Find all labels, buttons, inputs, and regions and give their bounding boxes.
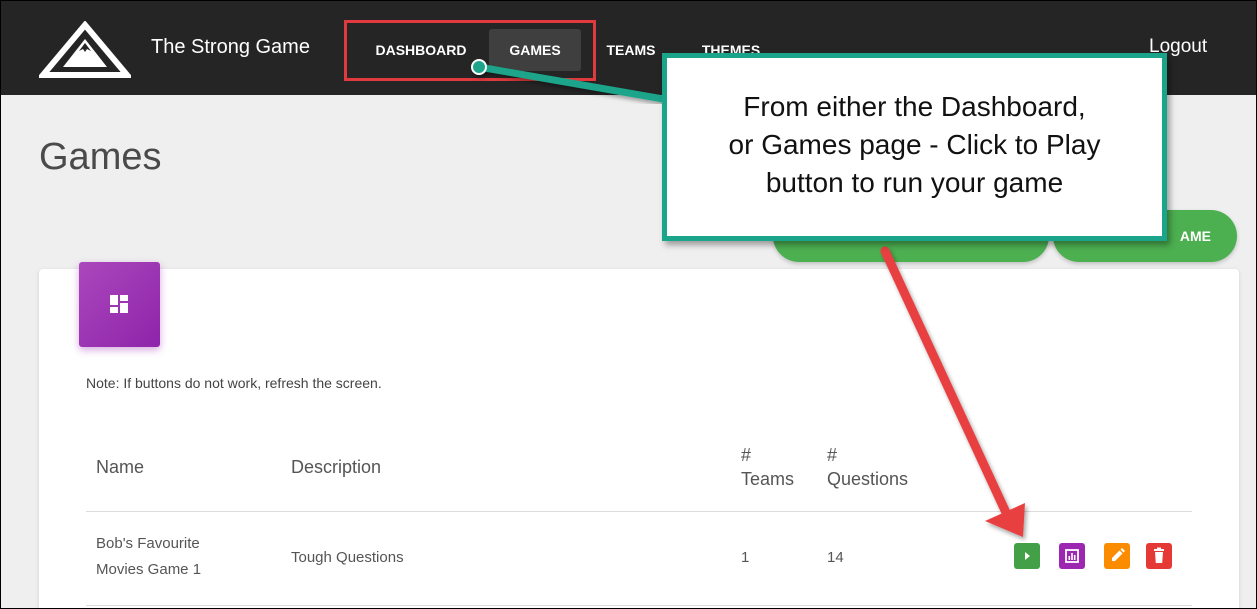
game-description-cell: Tough Questions (291, 549, 404, 566)
column-header-name: Name (96, 457, 145, 477)
column-header-teams-hash: # (741, 445, 752, 465)
game-name-line2: Movies Game 1 (96, 561, 202, 578)
pencil-icon (1112, 548, 1125, 561)
instruction-callout: From either the Dashboard, or Games page… (662, 53, 1167, 241)
callout-line-3: button to run your game (765, 167, 1064, 198)
mountain-logo-icon[interactable] (39, 21, 131, 79)
refresh-note: Note: If buttons do not work, refresh th… (86, 375, 382, 391)
column-header-questions: # Questions (827, 443, 908, 491)
table-row-divider (86, 605, 1192, 606)
page-title: Games (39, 136, 162, 178)
column-header-questions-hash: # (827, 445, 838, 465)
trash-icon (1154, 547, 1164, 563)
game-name-line1: Bob's Favourite (96, 535, 200, 552)
table-header-divider (86, 511, 1192, 512)
bar-chart-icon (1065, 549, 1079, 563)
card-header-icon (79, 262, 160, 347)
app-window: The Strong Game DASHBOARD GAMES TEAMS TH… (0, 0, 1257, 609)
annotation-highlight-box (344, 20, 596, 81)
callout-text: From either the Dashboard, or Games page… (667, 88, 1162, 202)
delete-button[interactable] (1146, 543, 1172, 569)
game-questions-cell: 14 (827, 549, 844, 566)
stats-button[interactable] (1059, 543, 1085, 569)
brand-name[interactable]: The Strong Game (151, 36, 310, 59)
nav-teams[interactable]: TEAMS (601, 29, 661, 71)
edit-button[interactable] (1104, 543, 1130, 569)
game-name-cell: Bob's Favourite Movies Game 1 (96, 531, 246, 583)
dashboard-grid-icon (110, 295, 128, 313)
column-header-description: Description (291, 457, 382, 477)
play-button[interactable] (1014, 543, 1040, 569)
column-header-teams: # Teams (741, 443, 794, 491)
game-teams-cell: 1 (741, 549, 750, 566)
callout-line-2: or Games page - Click to Play (728, 129, 1101, 160)
column-header-teams-label: Teams (741, 469, 795, 489)
callout-line-1: From either the Dashboard, (743, 91, 1086, 122)
play-icon (1025, 552, 1030, 560)
column-header-questions-label: Questions (827, 469, 909, 489)
